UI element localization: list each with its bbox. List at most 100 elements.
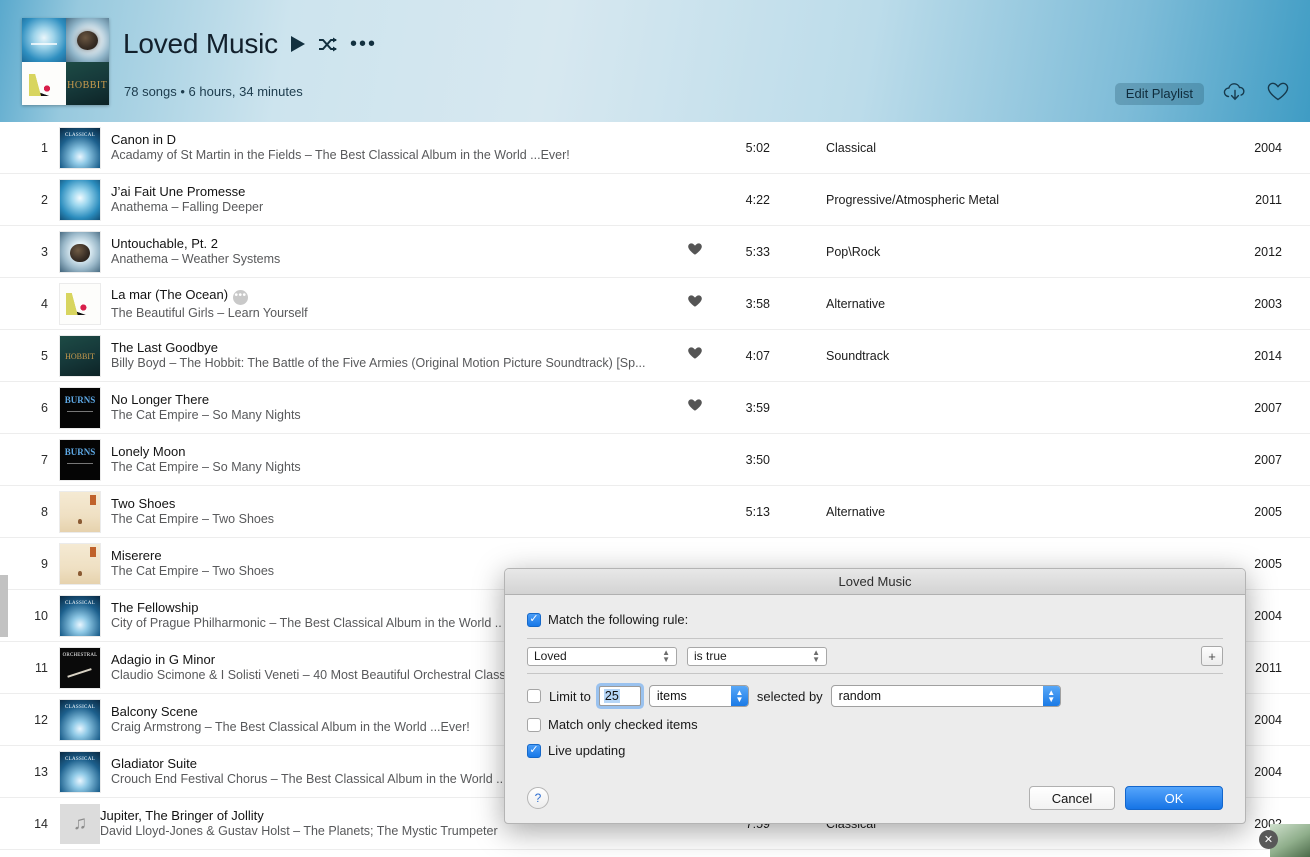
track-year: 2004 (1254, 140, 1282, 155)
limit-unit-value: items (656, 689, 687, 703)
track-artist-album: The Cat Empire – So Many Nights (111, 460, 301, 474)
cancel-button[interactable]: Cancel (1029, 786, 1115, 810)
table-row[interactable]: 2 J’ai Fait Une Promesse Anathema – Fallin… (0, 174, 1310, 226)
track-duration: 4:22 (745, 192, 770, 207)
table-row[interactable]: 4 La mar (The Ocean) ••• The Beautiful Girl… (0, 278, 1310, 330)
match-rule-checkbox[interactable] (527, 612, 541, 627)
album-artwork (60, 647, 100, 688)
vertical-scrollbar-thumb[interactable] (0, 575, 8, 637)
album-artwork (60, 491, 100, 532)
track-duration: 5:02 (745, 140, 770, 155)
track-artist-album: The Cat Empire – So Many Nights (111, 408, 301, 422)
track-meta: J’ai Fait Une Promesse Anathema – Falling… (111, 184, 672, 215)
track-artist-album: Anathema – Weather Systems (111, 252, 281, 266)
playlist-subtitle: 78 songs • 6 hours, 34 minutes (124, 84, 303, 99)
rule-field-value: Loved (534, 649, 567, 663)
track-genre: Progressive/Atmospheric Metal (826, 192, 999, 207)
smart-playlist-dialog: Loved Music Match the following rule: Lo… (504, 568, 1246, 824)
shuffle-icon[interactable] (318, 37, 337, 52)
chevron-updown-icon: ▲ ▼ (1042, 686, 1060, 706)
match-rule-label: Match the following rule: (548, 612, 689, 627)
track-genre: Alternative (826, 504, 886, 519)
track-title: J’ai Fait Une Promesse (111, 184, 246, 199)
match-checked-label: Match only checked items (548, 717, 698, 732)
album-artwork (60, 231, 100, 272)
loved-icon[interactable] (672, 346, 718, 365)
table-row[interactable]: 8 Two Shoes The Cat Empire – Two Shoes 5:13… (0, 486, 1310, 538)
track-title: No Longer There (111, 392, 210, 407)
track-duration: 3:58 (745, 296, 770, 311)
track-year: 2005 (1254, 504, 1282, 519)
table-row[interactable]: 6 No Longer ThereThe Cat Empire – So Many… (0, 382, 1310, 434)
album-artwork (60, 543, 100, 584)
limit-to-checkbox[interactable] (527, 689, 541, 703)
table-row[interactable]: 7 Lonely MoonThe Cat Empire – So Many Nig… (0, 434, 1310, 486)
track-artist-album: Anathema – Falling Deeper (111, 200, 264, 214)
chevron-updown-icon: ▲ ▼ (662, 648, 670, 664)
album-artwork (60, 595, 100, 636)
track-duration: 3:50 (745, 452, 770, 467)
table-row[interactable]: 5 The Last GoodbyeBilly Boyd – The Hobbit… (0, 330, 1310, 382)
album-artwork (60, 751, 100, 792)
chevron-updown-icon: ▲ ▼ (730, 686, 748, 706)
ellipsis-icon[interactable]: ••• (350, 34, 377, 54)
track-artist-album: The Beautiful Girls – Learn Yourself (111, 305, 308, 320)
track-year: 2014 (1254, 348, 1282, 363)
ok-button[interactable]: OK (1125, 786, 1223, 810)
match-checked-row[interactable]: Match only checked items (527, 717, 1223, 732)
limit-value-input[interactable]: 25 (598, 686, 641, 706)
add-rule-button[interactable]: + (1201, 646, 1223, 666)
track-index: 13 (34, 764, 48, 779)
limit-value-text: 25 (603, 689, 620, 703)
limit-to-label: Limit to (549, 688, 591, 704)
track-index: 12 (34, 712, 48, 727)
track-duration: 5:13 (745, 504, 770, 519)
track-year: 2007 (1254, 452, 1282, 467)
track-meta: No Longer There The Cat Empire – So Many … (111, 392, 672, 423)
track-index: 6 (41, 400, 48, 415)
track-title: Miserere (111, 548, 162, 563)
live-updating-row[interactable]: Live updating (527, 743, 1223, 758)
heart-outline-icon[interactable] (1266, 81, 1290, 107)
track-index: 1 (41, 140, 48, 155)
limit-row: Limit to 25 items ▲ ▼ selected by random … (527, 685, 1223, 707)
track-meta: Canon in D Acadamy of St Martin in the Fi… (111, 132, 672, 163)
edit-playlist-button[interactable]: Edit Playlist (1114, 83, 1204, 105)
track-title: Untouchable, Pt. 2 (111, 236, 218, 251)
track-index: 2 (41, 192, 48, 207)
loved-icon[interactable] (672, 242, 718, 261)
match-checked-checkbox[interactable] (527, 717, 541, 732)
track-genre: Classical (826, 140, 877, 155)
track-genre: Soundtrack (826, 348, 890, 363)
table-row[interactable]: 3 Untouchable, Pt. 2 Anathema – Weather Sy… (0, 226, 1310, 278)
help-button[interactable]: ? (527, 787, 549, 809)
loved-icon[interactable] (672, 398, 718, 417)
match-rule-row[interactable]: Match the following rule: (527, 612, 1223, 627)
track-index: 11 (35, 660, 48, 675)
track-index: 5 (41, 348, 48, 363)
rule-operator-value: is true (694, 649, 727, 663)
track-artist-album: David Lloyd-Jones & Gustav Holst – The P… (100, 824, 498, 838)
album-artwork (60, 387, 100, 428)
album-artwork (60, 283, 100, 324)
live-updating-checkbox[interactable] (527, 743, 541, 758)
rule-operator-dropdown[interactable]: is true ▲ ▼ (687, 646, 827, 666)
cloud-download-icon[interactable] (1222, 82, 1248, 107)
track-title: The Last Goodbye (111, 340, 218, 355)
artwork-tile-3 (22, 61, 66, 105)
track-duration: 3:59 (745, 400, 770, 415)
page-title: Loved Music (123, 28, 278, 59)
play-icon[interactable] (291, 36, 305, 52)
track-year: 2007 (1254, 400, 1282, 415)
loved-icon[interactable] (672, 294, 718, 313)
track-index: 7 (41, 452, 48, 467)
table-row[interactable]: 1 Canon in DAcadamy of St Martin in the F… (0, 122, 1310, 174)
limit-unit-dropdown[interactable]: items ▲ ▼ (648, 685, 749, 707)
track-year: 2003 (1254, 296, 1282, 311)
selected-by-dropdown[interactable]: random ▲ ▼ (830, 685, 1061, 707)
selected-by-value: random (838, 689, 882, 703)
ellipsis-icon[interactable]: ••• (233, 289, 249, 305)
track-index: 9 (41, 556, 48, 571)
rule-field-dropdown[interactable]: Loved ▲ ▼ (527, 646, 677, 666)
close-icon[interactable]: ✕ (1259, 830, 1278, 849)
